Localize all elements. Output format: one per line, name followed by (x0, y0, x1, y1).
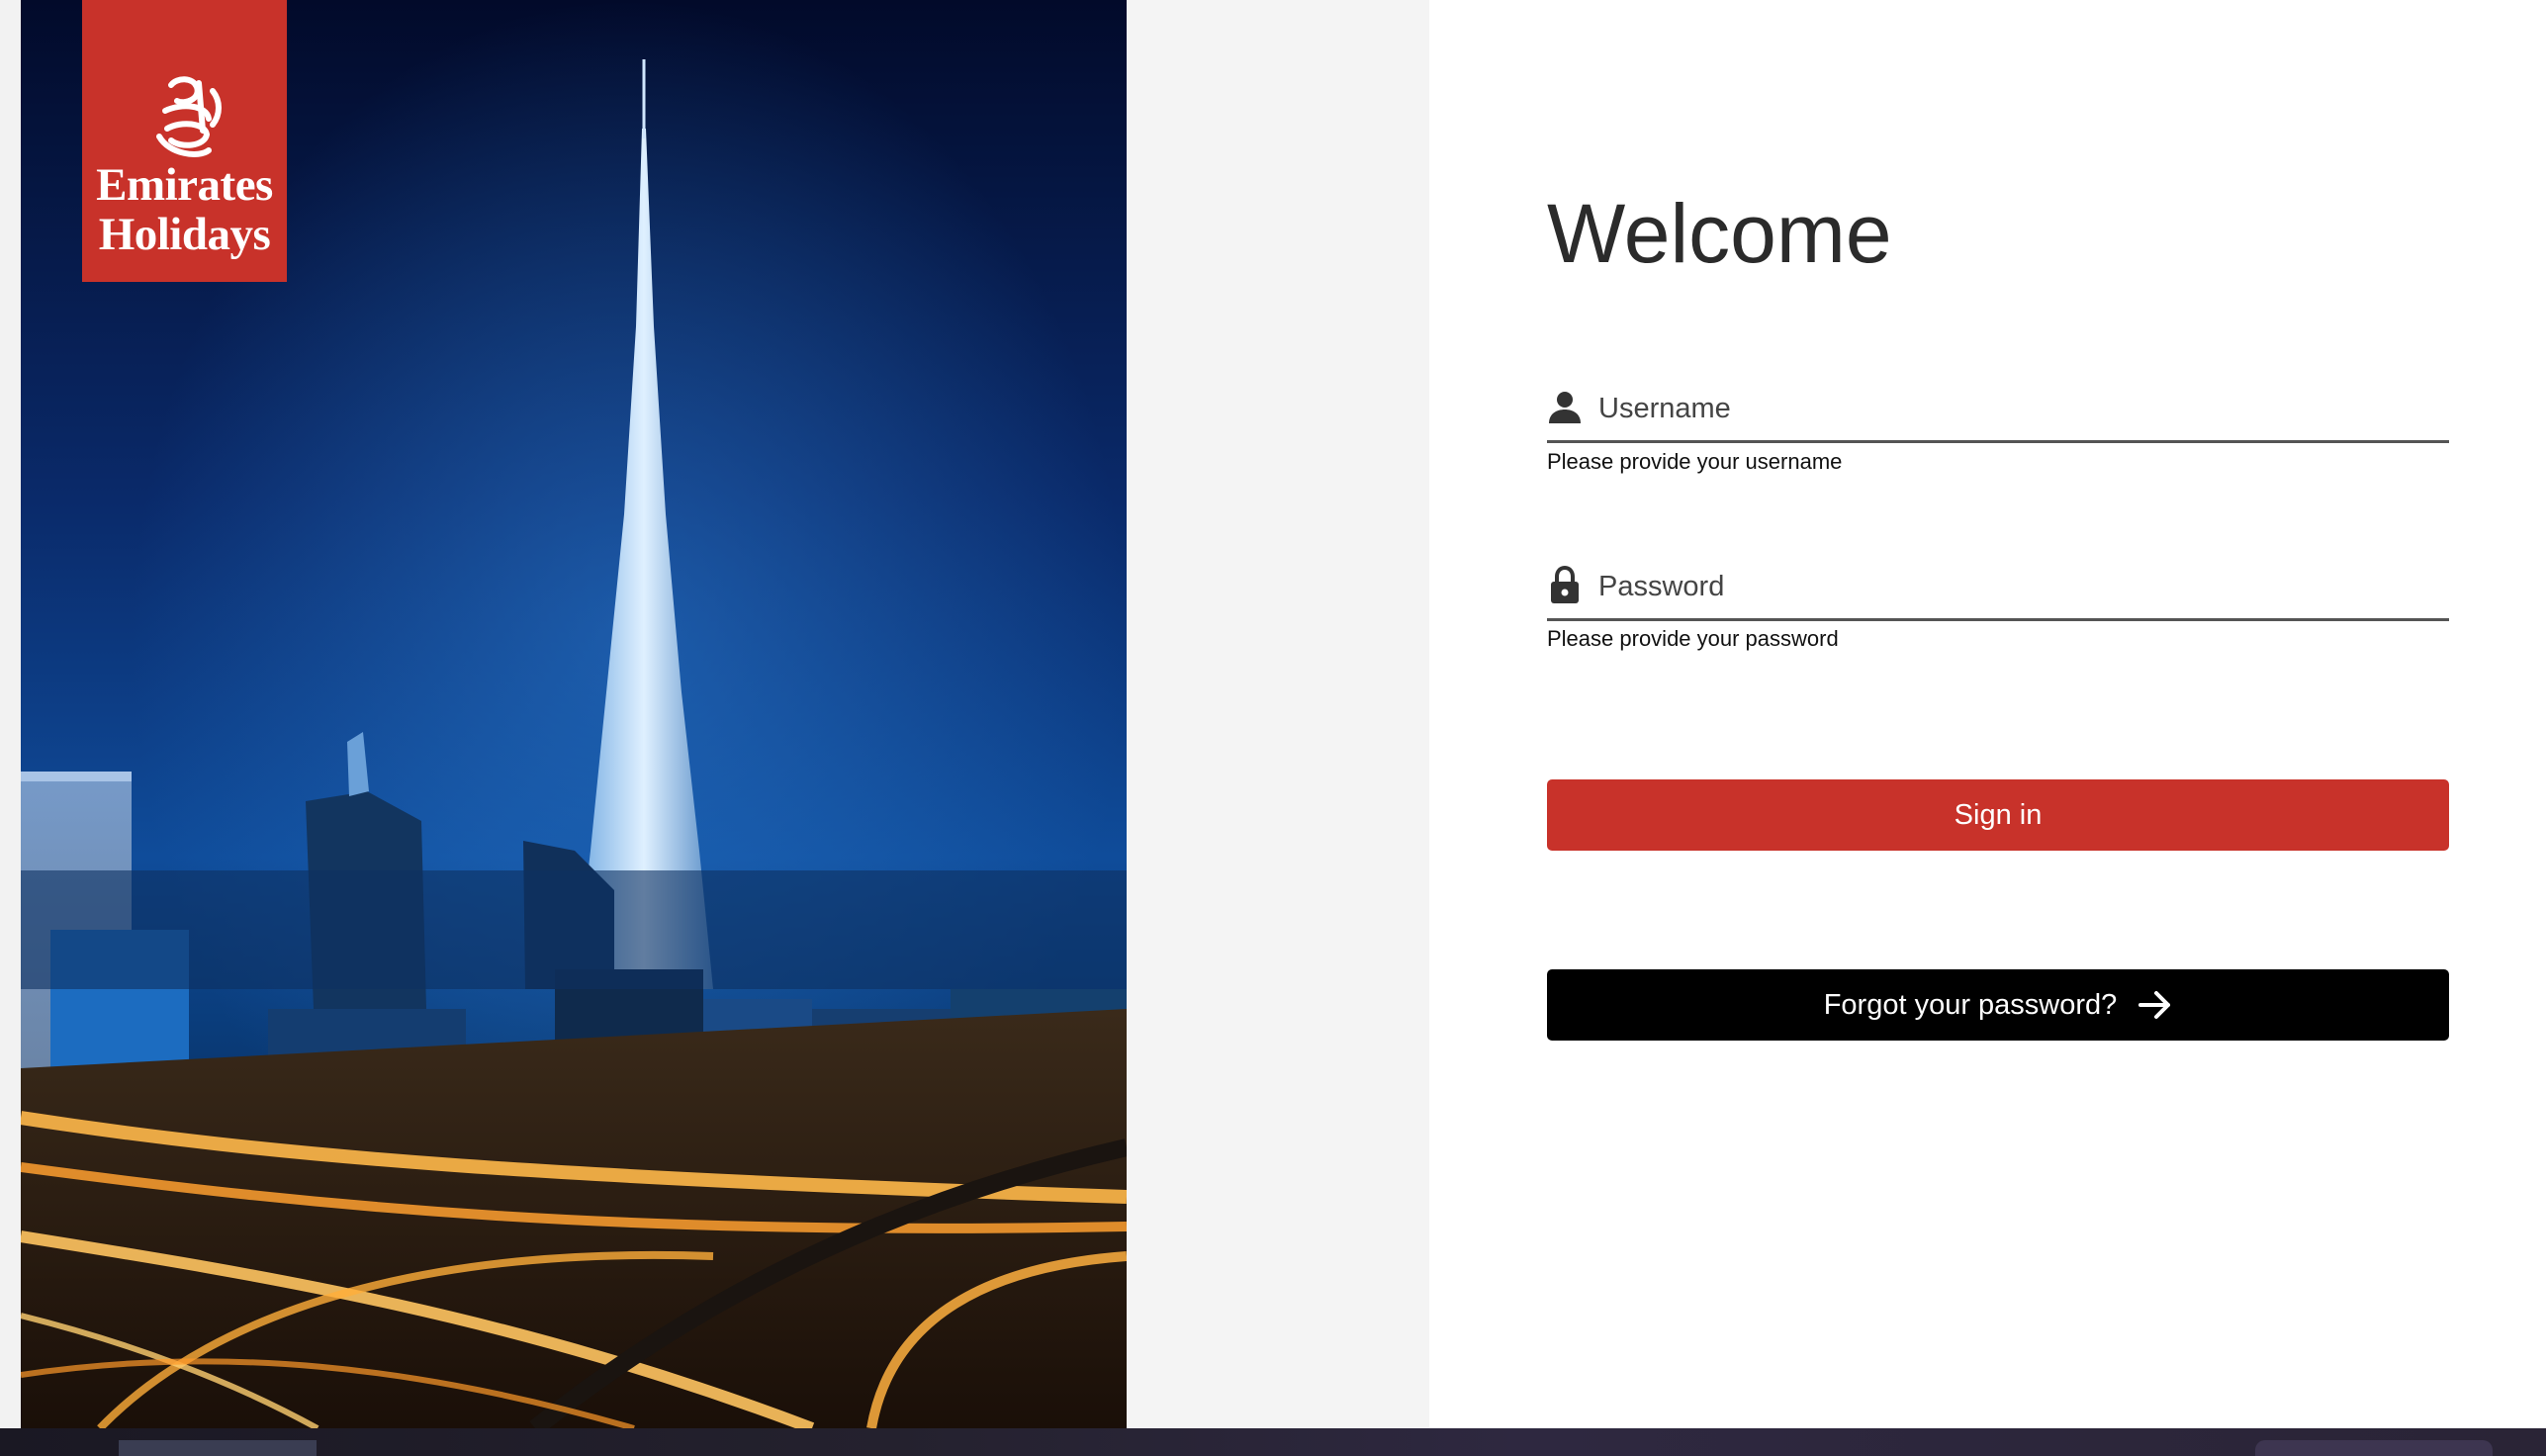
username-field[interactable] (1547, 384, 2449, 443)
forgot-password-button[interactable]: Forgot your password? (1547, 969, 2449, 1041)
left-gutter (0, 0, 21, 1428)
lock-icon (1551, 566, 1579, 603)
password-helper-text: Please provide your password (1547, 626, 1839, 651)
os-taskbar (0, 1428, 2546, 1456)
arrow-right-icon (2138, 991, 2171, 1019)
sign-in-button[interactable]: Sign in (1547, 779, 2449, 851)
brand-line-2: Holidays (98, 209, 271, 260)
sign-in-label: Sign in (1954, 798, 2043, 831)
forgot-password-label: Forgot your password? (1823, 988, 2118, 1021)
page-title: Welcome (1547, 187, 1892, 280)
person-icon (1549, 392, 1581, 423)
username-input[interactable] (1598, 384, 2439, 433)
username-helper-text: Please provide your username (1547, 449, 1843, 474)
arabic-calligraphy-mark (156, 76, 222, 157)
taskbar-segment (119, 1440, 317, 1456)
taskbar-segment (2255, 1440, 2493, 1456)
password-field[interactable] (1547, 562, 2449, 621)
password-input[interactable] (1598, 562, 2439, 611)
brand-line-1: Emirates (96, 159, 273, 211)
side-panel-background (1127, 0, 1429, 1428)
emirates-holidays-logo[interactable]: Emirates Holidays (82, 0, 287, 282)
